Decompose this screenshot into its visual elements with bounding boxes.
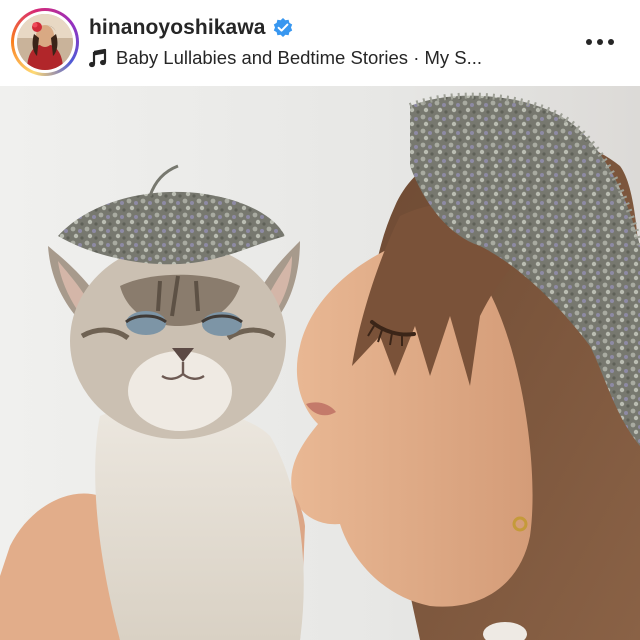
avatar[interactable] <box>17 14 73 70</box>
post-photo[interactable] <box>0 86 640 640</box>
username-row: hinanoyoshikawa <box>89 14 294 42</box>
more-options-button[interactable] <box>578 28 622 56</box>
more-options-icon <box>586 39 614 45</box>
verified-badge-icon <box>272 17 294 39</box>
username[interactable]: hinanoyoshikawa <box>89 16 266 40</box>
avatar-image <box>17 14 73 70</box>
instagram-post: hinanoyoshikawa Baby Lullabies and Bedti… <box>0 0 640 640</box>
post-header: hinanoyoshikawa Baby Lullabies and Bedti… <box>0 0 640 86</box>
audio-track-label[interactable]: Baby Lullabies and Bedtime Stories · My … <box>116 47 482 69</box>
audio-row[interactable]: Baby Lullabies and Bedtime Stories · My … <box>89 45 482 71</box>
music-note-icon <box>89 48 107 68</box>
avatar-gap <box>14 11 76 73</box>
story-ring[interactable] <box>11 8 79 76</box>
post-photo-image <box>0 86 640 640</box>
